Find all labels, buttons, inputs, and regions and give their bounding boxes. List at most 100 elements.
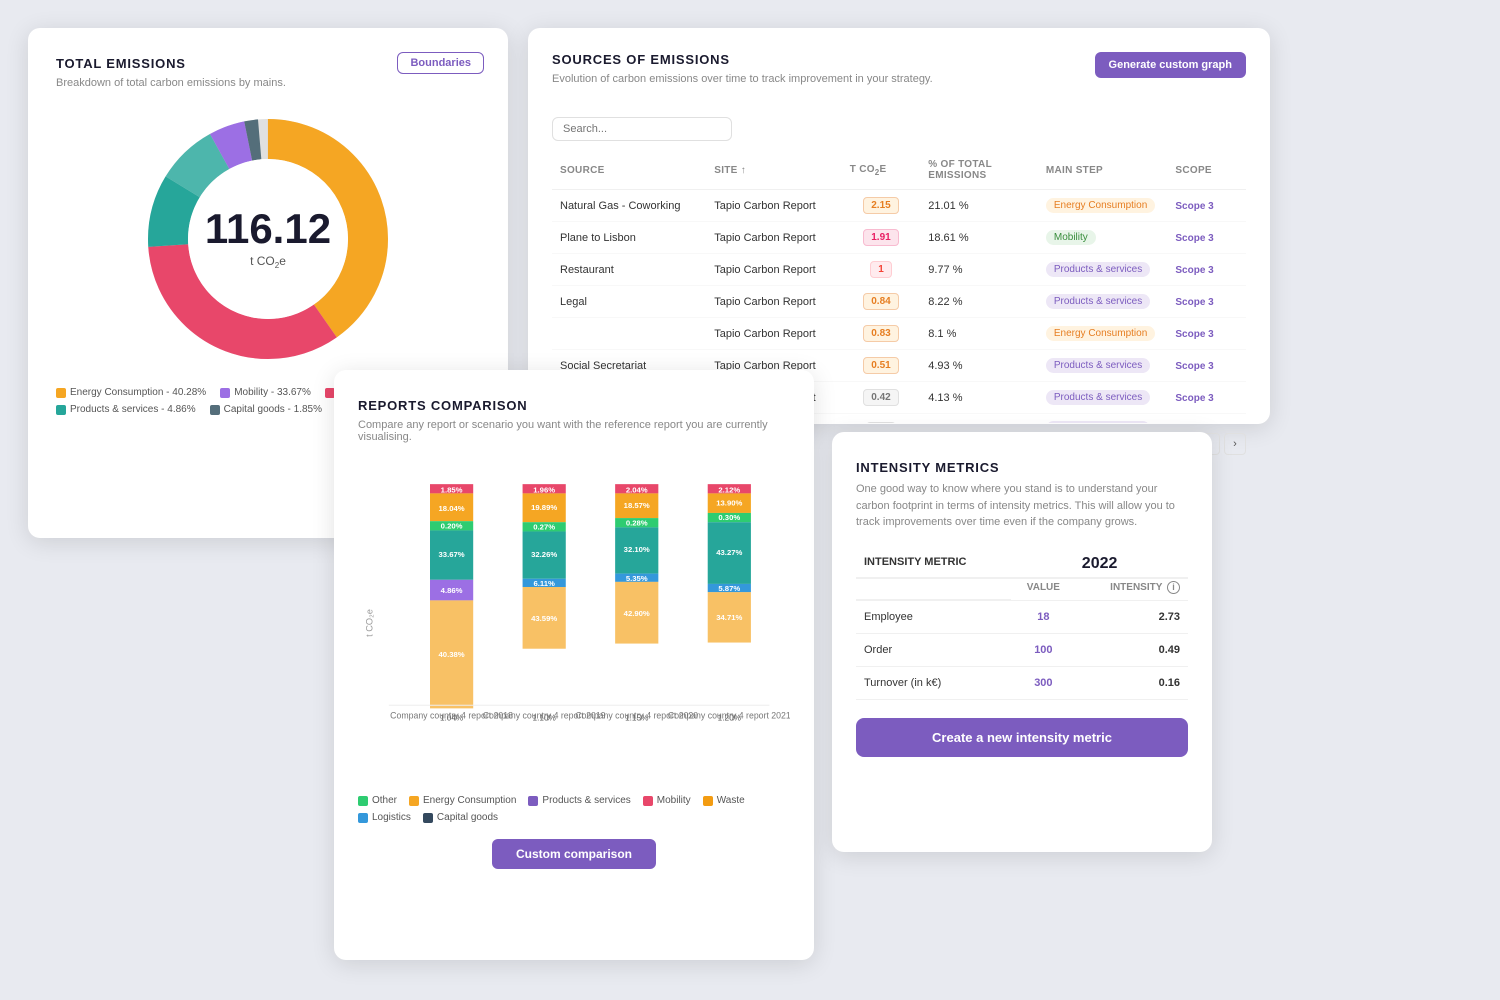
sources-search-input[interactable]	[552, 117, 732, 141]
svg-text:18.04%: 18.04%	[439, 504, 465, 513]
source-scope: Scope 3	[1167, 318, 1246, 350]
source-pct: 8.1 %	[920, 318, 1038, 350]
source-step: Energy Consumption	[1038, 190, 1168, 222]
boundaries-button[interactable]: Boundaries	[397, 52, 484, 74]
table-row: Natural Gas - Coworking Tapio Carbon Rep…	[552, 190, 1246, 222]
legend-dot-mobility	[220, 388, 230, 398]
legend-dot-capital	[210, 405, 220, 415]
source-tco2: 1	[842, 254, 921, 286]
bar-group-2019: 1.96% 19.89% 0.27% 32.26% 6.11% 43.59% 1…	[523, 484, 566, 723]
generate-graph-button[interactable]: Generate custom graph	[1095, 52, 1246, 78]
metric-name-turnover: Turnover (in k€)	[856, 667, 1011, 700]
legend-label-products: Products & services - 4.86%	[70, 404, 196, 415]
metric-value-turnover: 300	[1011, 667, 1075, 700]
svg-text:0.20%: 0.20%	[441, 521, 463, 530]
legend-item-energy: Energy Consumption - 40.28%	[56, 387, 206, 398]
svg-text:5.87%: 5.87%	[718, 584, 740, 593]
source-scope: Scope 3	[1167, 286, 1246, 318]
source-pct: 18.61 %	[920, 222, 1038, 254]
intensity-description: One good way to know where you stand is …	[856, 481, 1188, 531]
sources-header-left: SOURCES OF EMISSIONS Evolution of carbon…	[552, 52, 933, 105]
legend-products: Products & services	[528, 795, 630, 806]
bar-group-2018: 1.85% 18.04% 0.20% 33.67% 4.86% 40.38% 1…	[430, 484, 473, 723]
source-tco2: 0.4	[842, 414, 921, 424]
source-pct: 21.01 %	[920, 190, 1038, 222]
bar-group-2021: 2.12% 13.90% 0.30% 43.27% 5.87% 34.71% 1…	[708, 484, 751, 723]
metric-link-order[interactable]: 100	[1034, 644, 1052, 656]
col-header-tco2: T CO2E	[842, 153, 921, 190]
svg-text:42.90%: 42.90%	[624, 609, 650, 618]
intensity-row-turnover: Turnover (in k€) 300 0.16	[856, 667, 1188, 700]
source-name: Restaurant	[552, 254, 706, 286]
legend-energy: Energy Consumption	[409, 795, 516, 806]
metric-intensity-order: 0.49	[1076, 634, 1188, 667]
metric-name-order: Order	[856, 634, 1011, 667]
source-tco2: 0.83	[842, 318, 921, 350]
col-intensity-header: INTENSITY i	[1076, 578, 1188, 601]
metric-link-turnover[interactable]: 300	[1034, 677, 1052, 689]
source-tco2: 1.91	[842, 222, 921, 254]
intensity-title: INTENSITY METRICS	[856, 460, 1188, 475]
sources-title: SOURCES OF EMISSIONS	[552, 52, 933, 67]
source-scope: Scope 3	[1167, 190, 1246, 222]
svg-text:13.90%: 13.90%	[716, 499, 742, 508]
source-site: Tapio Carbon Report	[706, 254, 841, 286]
source-step: Products & services	[1038, 350, 1168, 382]
intensity-row-employee: Employee 18 2.73	[856, 600, 1188, 634]
svg-text:18.57%: 18.57%	[624, 501, 650, 510]
col-header-pct: % OF TOTAL EMISSIONS	[920, 153, 1038, 190]
col-year: 2022	[1011, 551, 1188, 578]
source-step: Mobility	[1038, 222, 1168, 254]
table-row: Plane to Lisbon Tapio Carbon Report 1.91…	[552, 222, 1246, 254]
legend-energy-label: Energy Consumption	[423, 795, 516, 806]
legend-item-products: Products & services - 4.86%	[56, 404, 196, 415]
source-pct: 4.13 %	[920, 382, 1038, 414]
svg-text:43.27%: 43.27%	[716, 548, 742, 557]
source-site: Tapio Carbon Report	[706, 318, 841, 350]
reports-subtitle: Compare any report or scenario you want …	[358, 419, 790, 443]
create-intensity-button[interactable]: Create a new intensity metric	[856, 718, 1188, 757]
metric-value-order: 100	[1011, 634, 1075, 667]
metric-intensity-turnover: 0.16	[1076, 667, 1188, 700]
svg-text:43.59%: 43.59%	[531, 614, 557, 623]
source-name	[552, 318, 706, 350]
source-pct: 9.77 %	[920, 254, 1038, 286]
legend-capital: Capital goods	[423, 812, 498, 823]
legend-other: Other	[358, 795, 397, 806]
metric-link-employee[interactable]: 18	[1037, 611, 1049, 623]
legend-dot-products	[56, 405, 66, 415]
legend-item-capital: Capital goods - 1.85%	[210, 404, 322, 415]
svg-text:0.28%: 0.28%	[626, 518, 648, 527]
legend-label-energy: Energy Consumption - 40.28%	[70, 387, 206, 398]
source-scope: Scope 3	[1167, 254, 1246, 286]
col-header-step: MAIN STEP	[1038, 153, 1168, 190]
legend-waste: Waste	[703, 795, 745, 806]
col-header-source: SOURCE	[552, 153, 706, 190]
svg-text:1.85%: 1.85%	[441, 485, 463, 494]
source-scope: Scope 3	[1167, 350, 1246, 382]
svg-text:4.86%: 4.86%	[441, 586, 463, 595]
svg-text:6.11%: 6.11%	[533, 579, 555, 588]
donut-unit: t CO2e	[205, 254, 331, 270]
bar-chart-svg: t CO₂e 1.85% 18.04% 0.20% 33.67% 4.86% 4…	[358, 463, 790, 783]
svg-text:5.35%: 5.35%	[626, 574, 648, 583]
legend-capital-label: Capital goods	[437, 812, 498, 823]
source-tco2: 0.51	[842, 350, 921, 382]
table-row: Tapio Carbon Report 0.83 8.1 % Energy Co…	[552, 318, 1246, 350]
sources-subtitle: Evolution of carbon emissions over time …	[552, 73, 933, 85]
source-step: Products & services	[1038, 414, 1168, 424]
next-page-button[interactable]: ›	[1224, 433, 1246, 455]
source-step: Products & services	[1038, 254, 1168, 286]
legend-label-mobility: Mobility - 33.67%	[234, 387, 311, 398]
custom-comparison-button[interactable]: Custom comparison	[492, 839, 656, 869]
source-step: Products & services	[1038, 286, 1168, 318]
source-tco2: 0.42	[842, 382, 921, 414]
bar-chart-area: t CO₂e 1.85% 18.04% 0.20% 33.67% 4.86% 4…	[358, 463, 790, 783]
source-site: Tapio Carbon Report	[706, 222, 841, 254]
source-pct: 4.93 %	[920, 350, 1038, 382]
legend-products-label: Products & services	[542, 795, 630, 806]
y-axis-label: t CO₂e	[364, 609, 374, 637]
source-scope: Scope 3	[1167, 382, 1246, 414]
legend-mobility-label: Mobility	[657, 795, 691, 806]
intensity-info-icon: i	[1167, 581, 1180, 594]
